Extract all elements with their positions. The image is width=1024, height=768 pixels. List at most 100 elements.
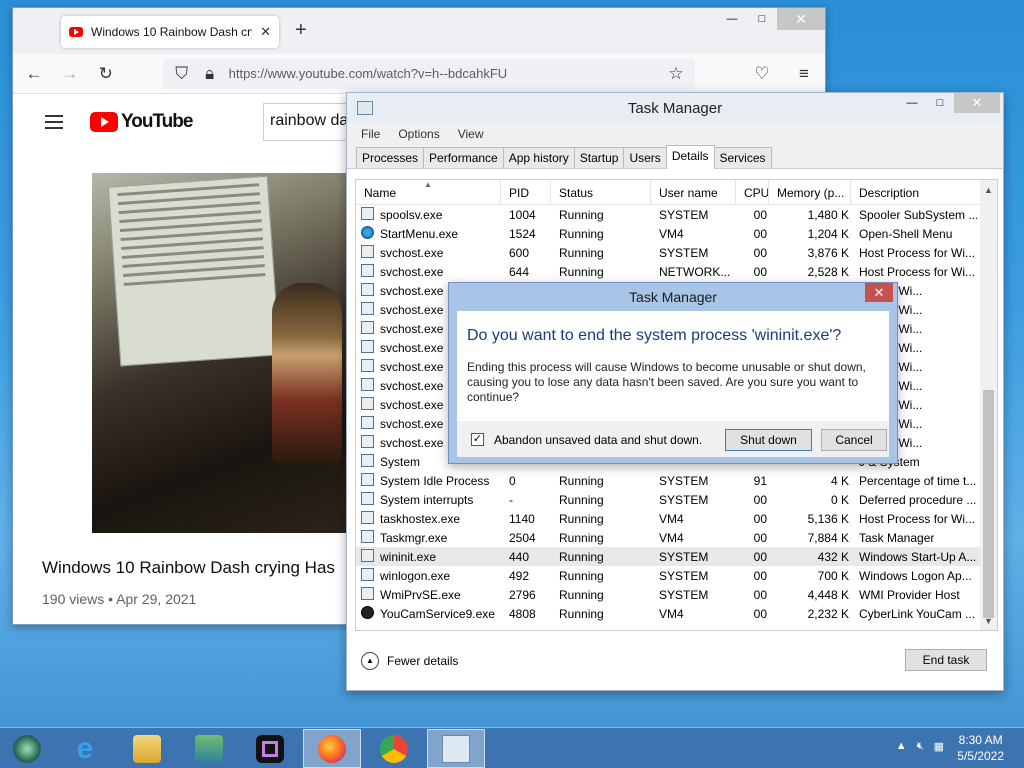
browser-window-controls: — □ ✕ xyxy=(717,8,825,30)
vertical-scrollbar[interactable]: ▲ ▼ xyxy=(980,180,997,630)
new-tab-icon[interactable]: + xyxy=(295,19,307,42)
minimize-icon[interactable]: — xyxy=(898,93,926,113)
column-description[interactable]: Description xyxy=(851,180,981,205)
column-status[interactable]: Status xyxy=(551,180,651,205)
process-icon xyxy=(361,340,374,353)
table-row[interactable]: StartMenu.exe 1524 Running VM4 00 1,204 K Open… xyxy=(356,224,981,243)
start-button[interactable] xyxy=(0,729,56,768)
column-user-name[interactable]: User name xyxy=(651,180,736,205)
column-memory[interactable]: Memory (p... xyxy=(769,180,851,205)
cell-pid: 2796 xyxy=(509,588,536,602)
cell-status: Running xyxy=(559,246,604,260)
tab-startup[interactable]: Startup xyxy=(573,147,625,168)
url-bar[interactable]: ⛉ 🔒︎ https://www.youtube.com/watch?v=h--… xyxy=(162,58,695,89)
video-player[interactable] xyxy=(92,173,348,533)
close-icon[interactable]: ✕ xyxy=(865,283,893,302)
taskbar-task-manager[interactable] xyxy=(427,729,485,768)
taskbar-youcam[interactable] xyxy=(241,729,299,768)
table-row[interactable]: winlogon.exe 492 Running SYSTEM 00 700 K Windo… xyxy=(356,566,981,585)
table-row[interactable]: System Idle Process 0 Running SYSTEM 91 4 K Pe… xyxy=(356,471,981,490)
fewer-details-button[interactable]: ▲ Fewer details xyxy=(361,652,458,670)
tab-details[interactable]: Details xyxy=(665,145,715,169)
table-row[interactable]: Taskmgr.exe 2504 Running VM4 00 7,884 K Task M… xyxy=(356,528,981,547)
youtube-play-icon xyxy=(90,112,118,132)
youtube-logo-text: YouTube xyxy=(121,111,193,132)
cell-status: Running xyxy=(559,474,604,488)
column-pid[interactable]: PID xyxy=(501,180,551,205)
cell-desc: Percentage of time t... xyxy=(859,474,977,488)
taskbar-internet-explorer[interactable]: e xyxy=(56,729,114,768)
abandon-data-checkbox[interactable]: ✓ xyxy=(471,433,484,446)
cell-name: svchost.exe xyxy=(380,246,444,260)
forward-icon[interactable]: → xyxy=(61,64,79,84)
taskbar-chrome[interactable] xyxy=(365,729,423,768)
menu-view[interactable]: View xyxy=(458,127,484,141)
dialog-footer: ✓ Abandon unsaved data and shut down. Sh… xyxy=(457,421,889,457)
lock-icon[interactable]: 🔒︎ xyxy=(201,64,219,84)
tab-users[interactable]: Users xyxy=(623,147,667,168)
table-row[interactable]: svchost.exe 600 Running SYSTEM 00 3,876 K Host… xyxy=(356,243,981,262)
tab-processes[interactable]: Processes xyxy=(356,147,425,168)
table-row[interactable]: System interrupts - Running SYSTEM 00 0 K Defe… xyxy=(356,490,981,509)
scroll-up-icon[interactable]: ▲ xyxy=(980,182,997,199)
back-icon[interactable]: ← xyxy=(25,64,43,84)
hamburger-menu-icon[interactable] xyxy=(45,115,63,129)
maximize-icon[interactable]: □ xyxy=(747,8,777,30)
table-row[interactable]: YouCamService9.exe 4808 Running VM4 00 2,232 … xyxy=(356,604,981,623)
pocket-icon[interactable]: ♡ xyxy=(753,64,771,84)
taskbar-control-panel[interactable] xyxy=(180,729,238,768)
network-icon[interactable]: ▦ xyxy=(934,740,944,753)
scroll-down-icon[interactable]: ▼ xyxy=(980,613,997,630)
dialog-main-instruction: Do you want to end the system process 'w… xyxy=(467,327,842,344)
taskbar-firefox[interactable] xyxy=(303,729,361,768)
cell-status: Running xyxy=(559,512,604,526)
table-row[interactable]: wininit.exe 440 Running SYSTEM 00 432 K Window… xyxy=(356,547,981,566)
abandon-data-label[interactable]: Abandon unsaved data and shut down. xyxy=(494,433,702,447)
column-name[interactable]: Name xyxy=(356,180,501,205)
taskbar-file-explorer[interactable] xyxy=(118,729,176,768)
table-row[interactable]: taskhostex.exe 1140 Running VM4 00 5,136 K Hos… xyxy=(356,509,981,528)
close-icon[interactable]: ✕ xyxy=(954,93,1000,113)
tab-services[interactable]: Services xyxy=(713,147,772,168)
shield-icon[interactable]: ⛉ xyxy=(173,64,191,84)
table-row[interactable]: spoolsv.exe 1004 Running SYSTEM 00 1,480 K Spo… xyxy=(356,205,981,224)
cell-name: Taskmgr.exe xyxy=(380,531,448,545)
tab-close-icon[interactable]: ✕ xyxy=(260,24,271,40)
process-icon xyxy=(361,302,374,315)
bookmark-star-icon[interactable]: ☆ xyxy=(667,64,685,84)
tab-app-history[interactable]: App history xyxy=(502,147,575,168)
menu-icon[interactable]: ≡ xyxy=(795,64,813,84)
minimize-icon[interactable]: — xyxy=(717,8,747,30)
process-icon xyxy=(361,435,374,448)
youtube-logo[interactable]: YouTube xyxy=(90,111,193,133)
cell-cpu: 00 xyxy=(753,607,767,621)
column-cpu[interactable]: CPU xyxy=(736,180,769,205)
menu-options[interactable]: Options xyxy=(398,127,439,141)
clock[interactable]: 8:30 AM 5/5/2022 xyxy=(957,732,1004,764)
cell-mem: 4,448 K xyxy=(807,588,849,602)
cell-status: Running xyxy=(559,588,604,602)
video-title[interactable]: Windows 10 Rainbow Dash crying Has xyxy=(42,558,335,578)
volume-muted-icon[interactable]: 🔇︎ xyxy=(917,740,924,753)
cell-cpu: 00 xyxy=(753,208,767,222)
table-row[interactable]: WmiPrvSE.exe 2796 Running SYSTEM 00 4,448 K WM… xyxy=(356,585,981,604)
cell-status: Running xyxy=(559,607,604,621)
menu-bar: File Options View xyxy=(347,123,1003,145)
scroll-thumb[interactable] xyxy=(983,390,994,618)
browser-tab[interactable]: Windows 10 Rainbow Dash crying ✕ xyxy=(61,16,279,48)
tab-performance[interactable]: Performance xyxy=(423,147,504,168)
process-icon xyxy=(361,207,374,220)
end-task-button[interactable]: End task xyxy=(905,649,987,671)
close-icon[interactable]: ✕ xyxy=(777,8,825,30)
show-hidden-icons-icon[interactable]: ▲ xyxy=(896,740,907,753)
cell-cpu: 91 xyxy=(753,474,767,488)
cancel-button[interactable]: Cancel xyxy=(821,429,887,451)
reload-icon[interactable]: ↻ xyxy=(97,64,115,84)
maximize-icon[interactable]: □ xyxy=(926,93,954,113)
cell-user: SYSTEM xyxy=(659,474,709,488)
cell-desc: Spooler SubSystem ... xyxy=(859,208,977,222)
table-row[interactable]: svchost.exe 644 Running NETWORK... 00 2,528 K… xyxy=(356,262,981,281)
shut-down-button[interactable]: Shut down xyxy=(725,429,812,451)
menu-file[interactable]: File xyxy=(361,127,380,141)
cell-pid: 2504 xyxy=(509,531,536,545)
